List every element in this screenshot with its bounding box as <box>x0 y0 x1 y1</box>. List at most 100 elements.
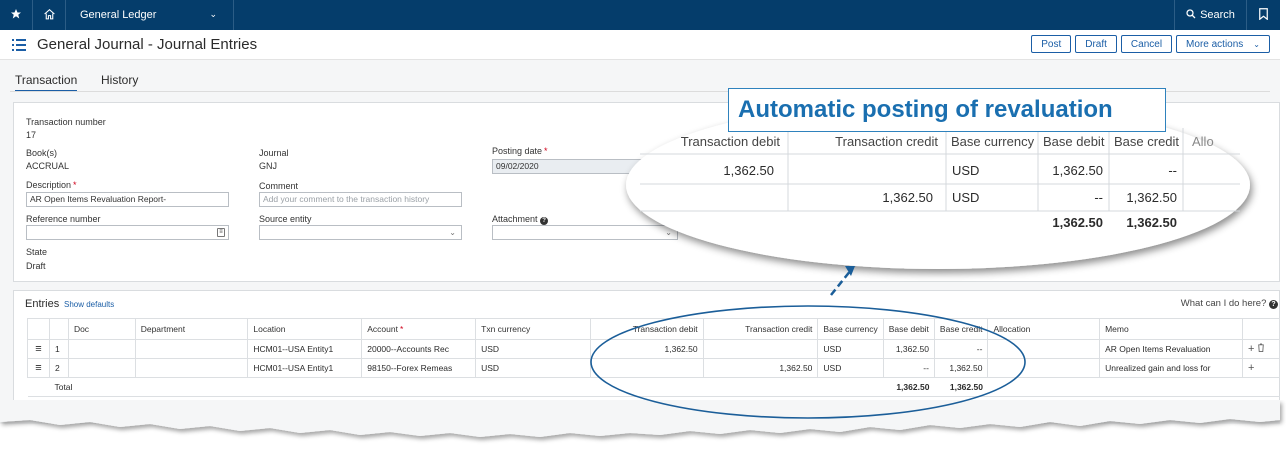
delete-row-icon[interactable] <box>1257 343 1265 355</box>
transaction-debit-cell[interactable] <box>589 358 704 378</box>
draft-button[interactable]: Draft <box>1075 35 1117 53</box>
magnified-header: Base debit <box>1043 134 1105 149</box>
department-cell[interactable] <box>134 339 249 359</box>
column-header-base-credit: Base credit <box>933 318 989 340</box>
base-credit-cell: -- <box>933 339 989 359</box>
magnified-header: Transaction credit <box>835 134 938 149</box>
description-field[interactable]: AR Open Items Revaluation Report- <box>26 192 229 207</box>
transaction-number-value: 17 <box>26 130 37 140</box>
bookmark-icon <box>1259 7 1268 23</box>
column-header <box>1241 318 1281 340</box>
tab-history[interactable]: History <box>101 73 138 90</box>
add-row-icon[interactable]: + <box>1248 343 1254 355</box>
account-cell[interactable]: 20000--Accounts Rec <box>361 339 477 359</box>
comment-field[interactable]: Add your comment to the transaction hist… <box>259 192 462 207</box>
column-header-location: Location <box>247 318 363 340</box>
magnified-header: Transaction debit <box>680 134 780 149</box>
home-icon <box>43 8 56 23</box>
comment-label: Comment <box>259 181 299 191</box>
list-icon[interactable] <box>12 38 26 51</box>
bookmark-button[interactable] <box>1246 0 1280 30</box>
doc-cell[interactable] <box>67 339 136 359</box>
department-cell[interactable] <box>134 358 249 378</box>
module-selector[interactable]: General Ledger ⌄ <box>66 0 234 30</box>
attachment-label: Attachment ? <box>492 214 549 225</box>
top-nav-bar: General Ledger ⌄ Search <box>0 0 1280 30</box>
column-header-base-currency: Base currency <box>817 318 884 340</box>
doc-cell[interactable] <box>67 358 136 378</box>
row-actions: + <box>1241 358 1281 378</box>
entries-table: Doc Department Location Account * Txn cur… <box>27 318 1281 397</box>
journal-label: Journal <box>259 148 289 158</box>
allocation-cell[interactable] <box>987 339 1101 359</box>
total-spacer <box>987 377 1280 397</box>
base-currency-cell: USD <box>817 358 884 378</box>
reference-number-label: Reference number <box>26 214 101 224</box>
column-header-base-debit: Base debit <box>882 318 935 340</box>
help-link[interactable]: What can I do here? ? <box>1181 298 1278 309</box>
transaction-credit-cell[interactable]: 1,362.50 <box>702 358 819 378</box>
magnified-cell: -- <box>1168 163 1177 178</box>
chevron-down-icon: ⌄ <box>449 228 456 237</box>
torn-edge-decoration <box>0 400 1280 437</box>
required-marker: * <box>399 324 404 334</box>
reference-number-field[interactable]: ≡ <box>26 225 229 240</box>
location-cell[interactable]: HCM01--USA Entity1 <box>247 339 363 359</box>
row-number: 1 <box>48 339 69 359</box>
txn-currency-cell[interactable]: USD <box>475 339 591 359</box>
attachment-label-text: Attachment <box>492 214 538 224</box>
column-header-transaction-debit: Transaction debit <box>589 318 704 340</box>
help-icon[interactable]: ? <box>540 217 549 225</box>
memo-cell[interactable]: AR Open Items Revaluation <box>1099 339 1243 359</box>
column-header-account: Account * <box>361 318 477 340</box>
transaction-debit-cell[interactable]: 1,362.50 <box>589 339 704 359</box>
state-label: State <box>26 247 48 257</box>
total-spacer <box>135 377 884 397</box>
required-marker: * <box>73 180 77 190</box>
column-header-memo: Memo <box>1099 318 1243 340</box>
drag-handle-icon[interactable]: ≡ <box>27 358 50 378</box>
chevron-down-icon: ⌄ <box>1253 39 1260 49</box>
add-row-icon[interactable]: + <box>1248 362 1254 374</box>
module-label: General Ledger <box>80 9 157 21</box>
magnified-header: Base credit <box>1114 134 1180 149</box>
more-actions-label: More actions <box>1186 38 1244 50</box>
magnified-cell: 1,362.50 <box>882 190 933 205</box>
tab-transaction[interactable]: Transaction <box>15 73 78 92</box>
description-label: Description * <box>26 180 77 190</box>
total-base-debit: 1,362.50 <box>883 377 935 397</box>
allocation-cell[interactable] <box>987 358 1101 378</box>
favorites-button[interactable] <box>0 0 33 30</box>
entries-title: Entries <box>25 298 60 310</box>
cancel-button[interactable]: Cancel <box>1120 35 1173 53</box>
search-button[interactable]: Search <box>1174 0 1246 30</box>
table-row[interactable]: ≡ 1 HCM01--USA Entity1 20000--Accounts R… <box>27 339 1281 359</box>
chevron-down-icon: ⌄ <box>209 9 217 19</box>
help-link-text: What can I do here? <box>1180 298 1267 309</box>
location-cell[interactable]: HCM01--USA Entity1 <box>247 358 363 378</box>
row-number: 2 <box>48 358 69 378</box>
post-button[interactable]: Post <box>1031 35 1072 53</box>
table-row[interactable]: ≡ 2 HCM01--USA Entity1 98150--Forex Reme… <box>27 358 1281 378</box>
base-credit-cell: 1,362.50 <box>933 358 989 378</box>
drag-handle-icon[interactable]: ≡ <box>27 339 50 359</box>
source-entity-select[interactable]: ⌄ <box>259 225 462 240</box>
help-icon: ? <box>1269 300 1278 309</box>
transaction-credit-cell[interactable] <box>702 339 819 359</box>
posting-date-field[interactable]: 09/02/2020 <box>492 159 642 174</box>
memo-cell[interactable]: Unrealized gain and loss for <box>1099 358 1243 378</box>
column-header-doc: Doc <box>67 318 136 340</box>
column-header-department: Department <box>134 318 249 340</box>
magnified-cell: USD <box>952 163 980 178</box>
account-cell[interactable]: 98150--Forex Remeas <box>361 358 477 378</box>
more-actions-button[interactable]: More actions ⌄ <box>1176 35 1270 53</box>
state-value: Draft <box>26 261 46 271</box>
home-button[interactable] <box>33 0 66 30</box>
transaction-number-label: Transaction number <box>26 117 106 127</box>
calculator-icon[interactable]: ≡ <box>217 228 225 237</box>
total-label: Total <box>49 377 136 397</box>
column-header-allocation: Allocation <box>987 318 1101 340</box>
magnified-cell: 1,362.50 <box>723 163 774 178</box>
show-defaults-link[interactable]: Show defaults <box>64 300 114 309</box>
txn-currency-cell[interactable]: USD <box>475 358 591 378</box>
